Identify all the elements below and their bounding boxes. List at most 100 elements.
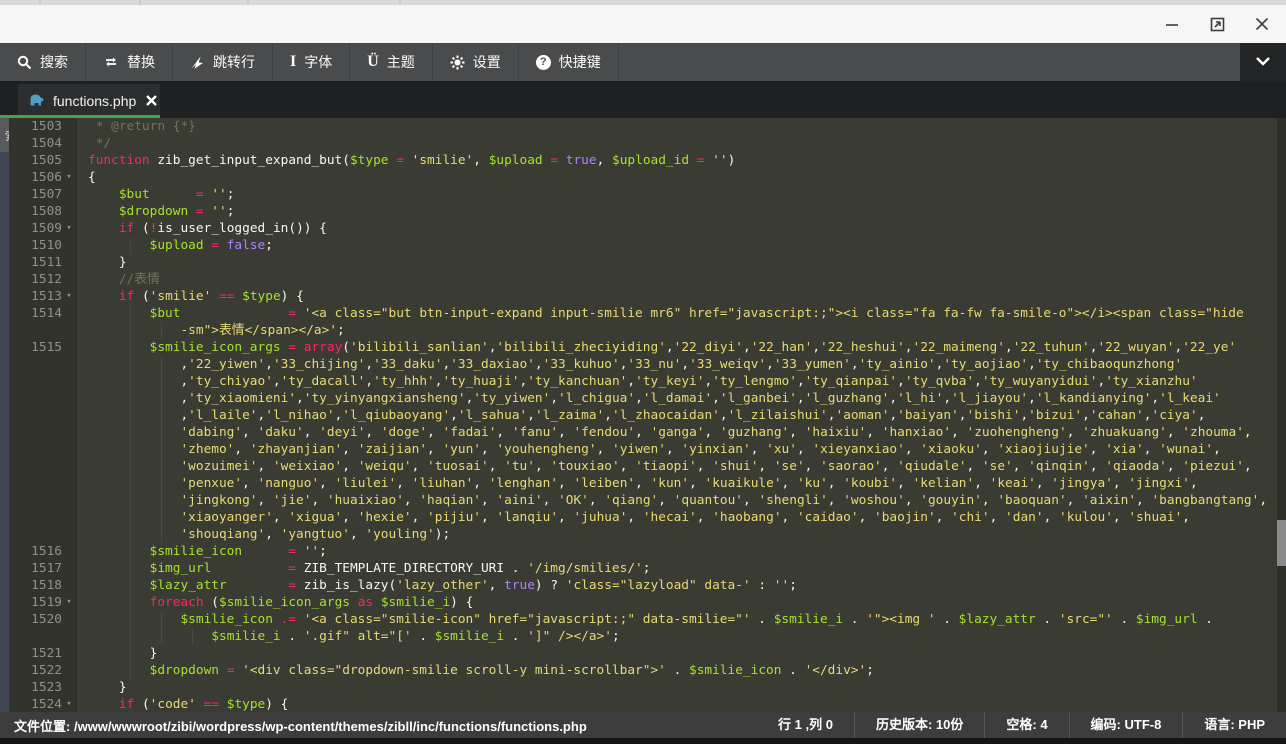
code-row[interactable]: 'penxue', 'nanguo', 'liulei', 'liuhan', … — [88, 475, 1277, 492]
code-row[interactable]: $img_url = ZIB_TEMPLATE_DIRECTORY_URI . … — [88, 560, 1277, 577]
line-number[interactable] — [9, 390, 76, 407]
code-row[interactable]: $but = '<a class="but btn-input-expand i… — [88, 305, 1277, 322]
toolbar-overflow-button[interactable] — [1240, 43, 1286, 81]
line-number[interactable]: 1506▾ — [9, 169, 76, 186]
replace-label: 替换 — [127, 52, 155, 72]
maximize-icon[interactable] — [1209, 16, 1225, 32]
shortcuts-label: 快捷键 — [559, 52, 601, 72]
line-number[interactable] — [9, 509, 76, 526]
line-number[interactable]: 1523 — [9, 679, 76, 696]
line-number[interactable]: 1517 — [9, 560, 76, 577]
theme-button[interactable]: Ü 主题 — [350, 43, 433, 81]
line-number[interactable]: 1508 — [9, 203, 76, 220]
line-number[interactable]: 1509▾ — [9, 220, 76, 237]
replace-button[interactable]: 替换 — [86, 43, 173, 81]
code-row[interactable]: 'jingkong', 'jie', 'huaixiao', 'haqian',… — [88, 492, 1277, 509]
code-row[interactable]: ,'22_yiwen','33_chijing','33_daku','33_d… — [88, 356, 1277, 373]
minimize-icon[interactable] — [1164, 16, 1180, 32]
code-row[interactable]: } — [88, 254, 1277, 271]
close-window-icon[interactable] — [1254, 16, 1270, 32]
goto-line-button[interactable]: 跳转行 — [173, 43, 273, 81]
line-number[interactable] — [9, 373, 76, 390]
line-number[interactable] — [9, 526, 76, 543]
code-row[interactable]: ,'ty_xiaomieni','ty_yinyangxiansheng','t… — [88, 390, 1277, 407]
code-row[interactable]: $dropdown = ''; — [88, 203, 1277, 220]
code-row[interactable]: $lazy_attr = zib_is_lazy('lazy_other', t… — [88, 577, 1277, 594]
line-number[interactable]: 1512 — [9, 271, 76, 288]
settings-label: 设置 — [473, 52, 501, 72]
code-row[interactable]: if (!is_user_logged_in()) { — [88, 220, 1277, 237]
code-row[interactable]: 'shouqiang', 'yangtuo', 'youling'); — [88, 526, 1277, 543]
line-number[interactable]: 1504 — [9, 135, 76, 152]
line-number[interactable]: 1516 — [9, 543, 76, 560]
code-row[interactable]: 'dabing', 'daku', 'deyi', 'doge', 'fadai… — [88, 424, 1277, 441]
font-button[interactable]: I 字体 — [273, 43, 350, 81]
code-row[interactable]: //表情 — [88, 271, 1277, 288]
indent-spaces[interactable]: 空格: 4 — [984, 712, 1068, 738]
scrollbar-thumb[interactable] — [1277, 520, 1286, 566]
code-row[interactable]: if ('code' == $type) { — [88, 696, 1277, 712]
replace-icon — [103, 55, 119, 69]
gutter[interactable]: 1503150415051506▾150715081509▾1510151115… — [9, 118, 77, 712]
line-number[interactable] — [9, 356, 76, 373]
code-row[interactable]: ,'ty_chiyao','ty_dacall','ty_hhh','ty_hu… — [88, 373, 1277, 390]
line-number[interactable] — [9, 475, 76, 492]
line-number[interactable]: 1514 — [9, 305, 76, 322]
code-row[interactable]: $smilie_i . '.gif" alt="[' . $smilie_i .… — [88, 628, 1277, 645]
line-number[interactable] — [9, 441, 76, 458]
line-number[interactable]: 1505 — [9, 152, 76, 169]
line-number[interactable]: 1524▾ — [9, 696, 76, 712]
code-row[interactable]: */ — [88, 135, 1277, 152]
code-row[interactable]: if ('smilie' == $type) { — [88, 288, 1277, 305]
shortcuts-button[interactable]: ? 快捷键 — [519, 43, 619, 81]
line-number[interactable]: 1510 — [9, 237, 76, 254]
code-row[interactable]: $smilie_icon .= '<a class="smilie-icon" … — [88, 611, 1277, 628]
code-row[interactable]: -sm">表情</span></a>'; — [88, 322, 1277, 339]
tab-close-icon[interactable] — [146, 94, 157, 109]
settings-icon — [450, 55, 465, 70]
line-number[interactable]: 1507 — [9, 186, 76, 203]
editor-scrollbar[interactable] — [1277, 118, 1286, 712]
line-number[interactable]: 1522 — [9, 662, 76, 679]
code-row[interactable]: 'zhemo', 'zhayanjian', 'zaijian', 'yun',… — [88, 441, 1277, 458]
code-editor[interactable]: 1503150415051506▾150715081509▾1510151115… — [9, 118, 1277, 712]
line-number[interactable] — [9, 407, 76, 424]
line-number[interactable] — [9, 628, 76, 645]
search-button[interactable]: 搜索 — [0, 43, 86, 81]
code-row[interactable]: 'wozuimei', 'weixiao', 'weiqu', 'tuosai'… — [88, 458, 1277, 475]
code-row[interactable]: function zib_get_input_expand_but($type … — [88, 152, 1277, 169]
code-row[interactable]: } — [88, 679, 1277, 696]
code-lines[interactable]: * @return {*} */function zib_get_input_e… — [77, 118, 1277, 712]
code-row[interactable]: ,'l_laile','l_nihao','l_qiubaoyang','l_s… — [88, 407, 1277, 424]
code-row[interactable]: { — [88, 169, 1277, 186]
encoding[interactable]: 编码: UTF-8 — [1069, 712, 1183, 738]
line-number[interactable] — [9, 424, 76, 441]
line-number[interactable]: 1518 — [9, 577, 76, 594]
line-number[interactable]: 1511 — [9, 254, 76, 271]
line-number[interactable]: 1520 — [9, 611, 76, 628]
settings-button[interactable]: 设置 — [433, 43, 519, 81]
tab-functions-php[interactable]: functions.php — [18, 84, 160, 118]
code-row[interactable]: $smilie_icon_args = array('bilibili_sanl… — [88, 339, 1277, 356]
line-number[interactable]: 1519▾ — [9, 594, 76, 611]
cursor-position: 行 1 ,列 0 — [757, 712, 854, 738]
code-row[interactable]: $dropdown = '<div class="dropdown-smilie… — [88, 662, 1277, 679]
line-number[interactable] — [9, 458, 76, 475]
line-number[interactable]: 1513▾ — [9, 288, 76, 305]
code-row[interactable]: } — [88, 645, 1277, 662]
line-number[interactable]: 1521 — [9, 645, 76, 662]
line-number[interactable]: 1503 — [9, 118, 76, 135]
file-location: 文件位置: /www/wwwroot/zibi/wordpress/wp-con… — [0, 716, 587, 735]
history-versions[interactable]: 历史版本: 10份 — [854, 712, 984, 738]
line-number[interactable] — [9, 492, 76, 509]
editor-toolbar: 搜索 替换 跳转行 I 字体 Ü 主题 设置 ? 快捷键 — [0, 43, 1286, 81]
code-row[interactable]: $but = ''; — [88, 186, 1277, 203]
line-number[interactable] — [9, 322, 76, 339]
line-number[interactable]: 1515 — [9, 339, 76, 356]
language-mode[interactable]: 语言: PHP — [1182, 712, 1286, 738]
code-row[interactable]: foreach ($smilie_icon_args as $smilie_i)… — [88, 594, 1277, 611]
code-row[interactable]: $upload = false; — [88, 237, 1277, 254]
code-row[interactable]: $smilie_icon = ''; — [88, 543, 1277, 560]
code-row[interactable]: 'xiaoyanger', 'xigua', 'hexie', 'pijiu',… — [88, 509, 1277, 526]
code-row[interactable]: * @return {*} — [88, 118, 1277, 135]
